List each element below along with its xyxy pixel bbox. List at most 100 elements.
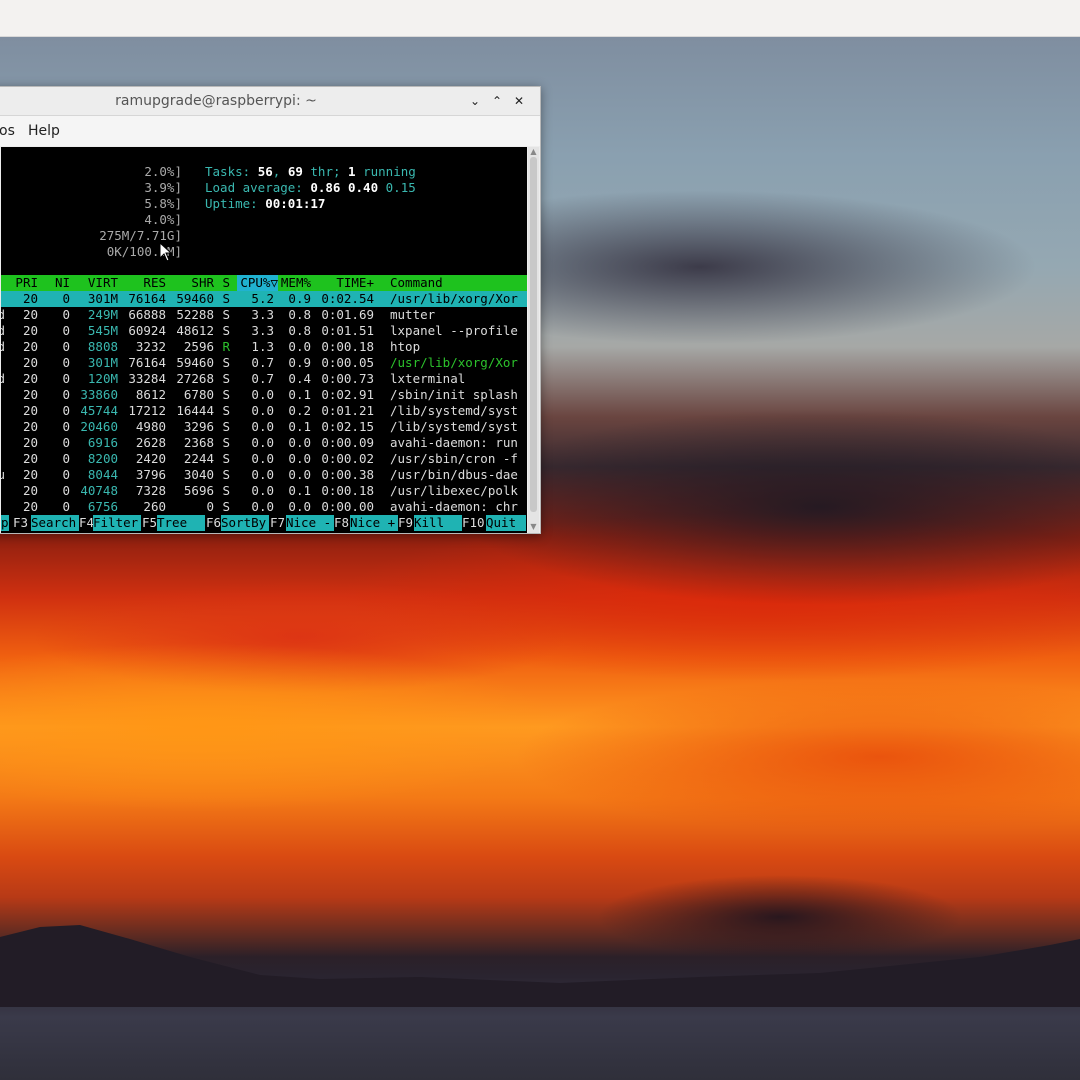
cell-cpu: 3.3 <box>251 323 274 338</box>
cell-shr: 2368 <box>183 435 214 450</box>
process-row[interactable]: 20 0 45744 17212 16444 S 0.0 0.2 0:01.21/lib/sys… <box>1 403 527 419</box>
fkey-label: F9 <box>398 515 414 530</box>
cell-mem: 0.0 <box>288 467 311 482</box>
scroll-thumb[interactable] <box>530 157 537 512</box>
cell-mem: 0.8 <box>288 323 311 338</box>
process-row[interactable]: d 20 0 249M 66888 52288 S 3.3 0.8 0:01.69 mutter <box>1 307 527 323</box>
fkey-label: F6 <box>206 515 222 530</box>
cell-virt: 40748 <box>80 483 118 498</box>
fkey-action-button[interactable]: Quit <box>486 515 526 531</box>
process-row[interactable]: d 20 0 120M 33284 27268 S 0.7 0.4 0:00.73 lxtermin… <box>1 371 527 387</box>
cell-shr: 6780 <box>183 387 214 402</box>
cell-command: /usr/bin/dbus-dae <box>390 467 518 482</box>
cpu-meter: 3.9%] <box>144 180 182 195</box>
cell-res: 33284 <box>128 371 166 386</box>
cell-shr: 59460 <box>176 355 214 370</box>
cell-command: lxpanel --profile <box>390 323 518 338</box>
cell-time: 0:02.15 <box>321 419 374 434</box>
cell-res: 2628 <box>135 435 166 450</box>
process-row[interactable]: 20 0 33860 8612 6780 S 0.0 0.1 0:02.91/sbin/init… <box>1 387 527 403</box>
col-state[interactable]: S <box>217 275 230 291</box>
fkey-label: F10 <box>462 515 485 530</box>
function-key-bar: p F3 Search F4 Filter F5 Tree F6 SortBy F7 Nice -… <box>1 515 527 531</box>
terminal-scrollbar[interactable]: ▲ ▼ <box>528 147 539 533</box>
scroll-up-icon[interactable]: ▲ <box>529 147 538 156</box>
scroll-down-icon[interactable]: ▼ <box>529 522 538 531</box>
cell-cpu: 0.0 <box>251 451 274 466</box>
cell-cpu: 5.2 <box>251 291 274 306</box>
cell-cpu: 3.3 <box>251 307 274 322</box>
cell-mem: 0.9 <box>288 355 311 370</box>
cell-pri: 20 <box>22 435 38 450</box>
swap-meter: 0K/100.0M] <box>106 244 182 259</box>
cell-ni: 0 <box>62 483 70 498</box>
cell-time: 0:00.09 <box>321 435 374 450</box>
cell-mem: 0.0 <box>288 451 311 466</box>
cell-s: S <box>222 291 230 306</box>
process-table-header[interactable]: PRI NI VIRT RES SHR S CPU%▽ MEM% TIME+ C… <box>1 275 527 291</box>
fkey-action-button[interactable]: Kill <box>414 515 462 531</box>
process-row[interactable]: 20 0 6916 2628 2368 S 0.0 0.0 0:00.09 avahi-daemo… <box>1 435 527 451</box>
cell-time: 0:00.73 <box>321 371 374 386</box>
fkey-action-button[interactable]: p <box>1 515 9 531</box>
cell-shr: 3296 <box>183 419 214 434</box>
cell-command: /lib/systemd/syst <box>390 419 518 434</box>
process-row[interactable]: u 20 0 8044 3796 3040 S 0.0 0.0 0:00.38/usr/bin/d… <box>1 467 527 483</box>
col-time[interactable]: TIME+ <box>319 275 374 291</box>
process-row[interactable]: 20 0 20460 4980 3296 S 0.0 0.1 0:02.15/lib/syste… <box>1 419 527 435</box>
menu-item-help[interactable]: Help <box>28 123 60 139</box>
cell-pri: 20 <box>22 403 38 418</box>
fkey-label: F4 <box>79 515 95 530</box>
cell-ni: 0 <box>62 387 70 402</box>
process-row[interactable]: d 20 0 8808 3232 2596 R 1.3 0.0 0:00.18 htop <box>1 339 527 355</box>
cell-mem: 0.1 <box>288 483 311 498</box>
cell-cpu: 0.0 <box>251 387 274 402</box>
cell-res: 4980 <box>135 419 166 434</box>
cell-ni: 0 <box>62 355 70 370</box>
process-row[interactable]: 20 0 40748 7328 5696 S 0.0 0.1 0:00.18/usr/libex… <box>1 483 527 499</box>
process-row[interactable]: 20 0 8200 2420 2244 S 0.0 0.0 0:00.02/usr/sbin/c… <box>1 451 527 467</box>
cell-shr: 27268 <box>176 371 214 386</box>
cell-s: S <box>222 387 230 402</box>
cell-time: 0:01.21 <box>321 403 374 418</box>
col-cpu[interactable]: CPU%▽ <box>237 275 278 291</box>
process-row[interactable]: 20 0 301M 76164 59460 S 5.2 0.9 0:02.54/usr/lib/… <box>1 291 527 307</box>
fkey-action-button[interactable]: Nice - <box>286 515 334 531</box>
htop-terminal[interactable]: 2.0%] 3.9%] 5.8%] 4.0%] 275M/7.71G] 0K/1… <box>1 147 527 533</box>
cell-virt: 249M <box>87 307 118 322</box>
col-shr[interactable]: SHR <box>169 275 214 291</box>
col-command[interactable]: Command <box>390 275 443 291</box>
fkey-action-button[interactable]: Filter <box>93 515 141 531</box>
fkey-action-button[interactable]: SortBy <box>221 515 269 531</box>
col-mem[interactable]: MEM% <box>278 275 311 291</box>
cell-virt: 8200 <box>87 451 118 466</box>
cell-pri: 20 <box>22 499 38 514</box>
col-ni[interactable]: NI <box>41 275 70 291</box>
cell-mem: 0.0 <box>288 499 311 514</box>
process-row[interactable]: d 20 0 545M 60924 48612 S 3.3 0.8 0:01.51 lxpanel … <box>1 323 527 339</box>
maximize-icon[interactable]: ⌃ <box>489 93 505 109</box>
col-res[interactable]: RES <box>121 275 166 291</box>
mem-meter: 275M/7.71G] <box>99 228 182 243</box>
menu-item-tabs[interactable]: os <box>0 123 15 139</box>
process-row[interactable]: 20 0 301M 76164 59460 S 0.7 0.9 0:00.05/usr/lib/… <box>1 355 527 371</box>
process-row[interactable]: 20 0 6756 260 0 S 0.0 0.0 0:00.00 avahi-daemon: c… <box>1 499 527 515</box>
cell-pri: 20 <box>22 355 38 370</box>
col-virt[interactable]: VIRT <box>73 275 118 291</box>
cell-shr: 0 <box>206 499 214 514</box>
fkey-action-button[interactable]: Nice + <box>350 515 398 531</box>
fkey-action-button[interactable]: Tree <box>157 515 205 531</box>
close-icon[interactable]: ✕ <box>511 93 527 109</box>
cell-cpu: 0.0 <box>251 435 274 450</box>
cell-s: S <box>222 419 230 434</box>
fkey-label: F8 <box>334 515 350 530</box>
fkey-action-button[interactable]: Search <box>31 515 79 531</box>
cell-virt: 33860 <box>80 387 118 402</box>
minimize-icon[interactable]: ⌄ <box>467 93 483 109</box>
cell-shr: 59460 <box>176 291 214 306</box>
cell-pri: 20 <box>22 307 38 322</box>
window-titlebar[interactable]: ramupgrade@raspberrypi: ~ ⌄ ⌃ ✕ <box>0 87 540 116</box>
col-pri[interactable]: PRI <box>1 275 38 291</box>
cell-pri: 20 <box>22 371 38 386</box>
cpu-meter: 2.0%] <box>144 164 182 179</box>
